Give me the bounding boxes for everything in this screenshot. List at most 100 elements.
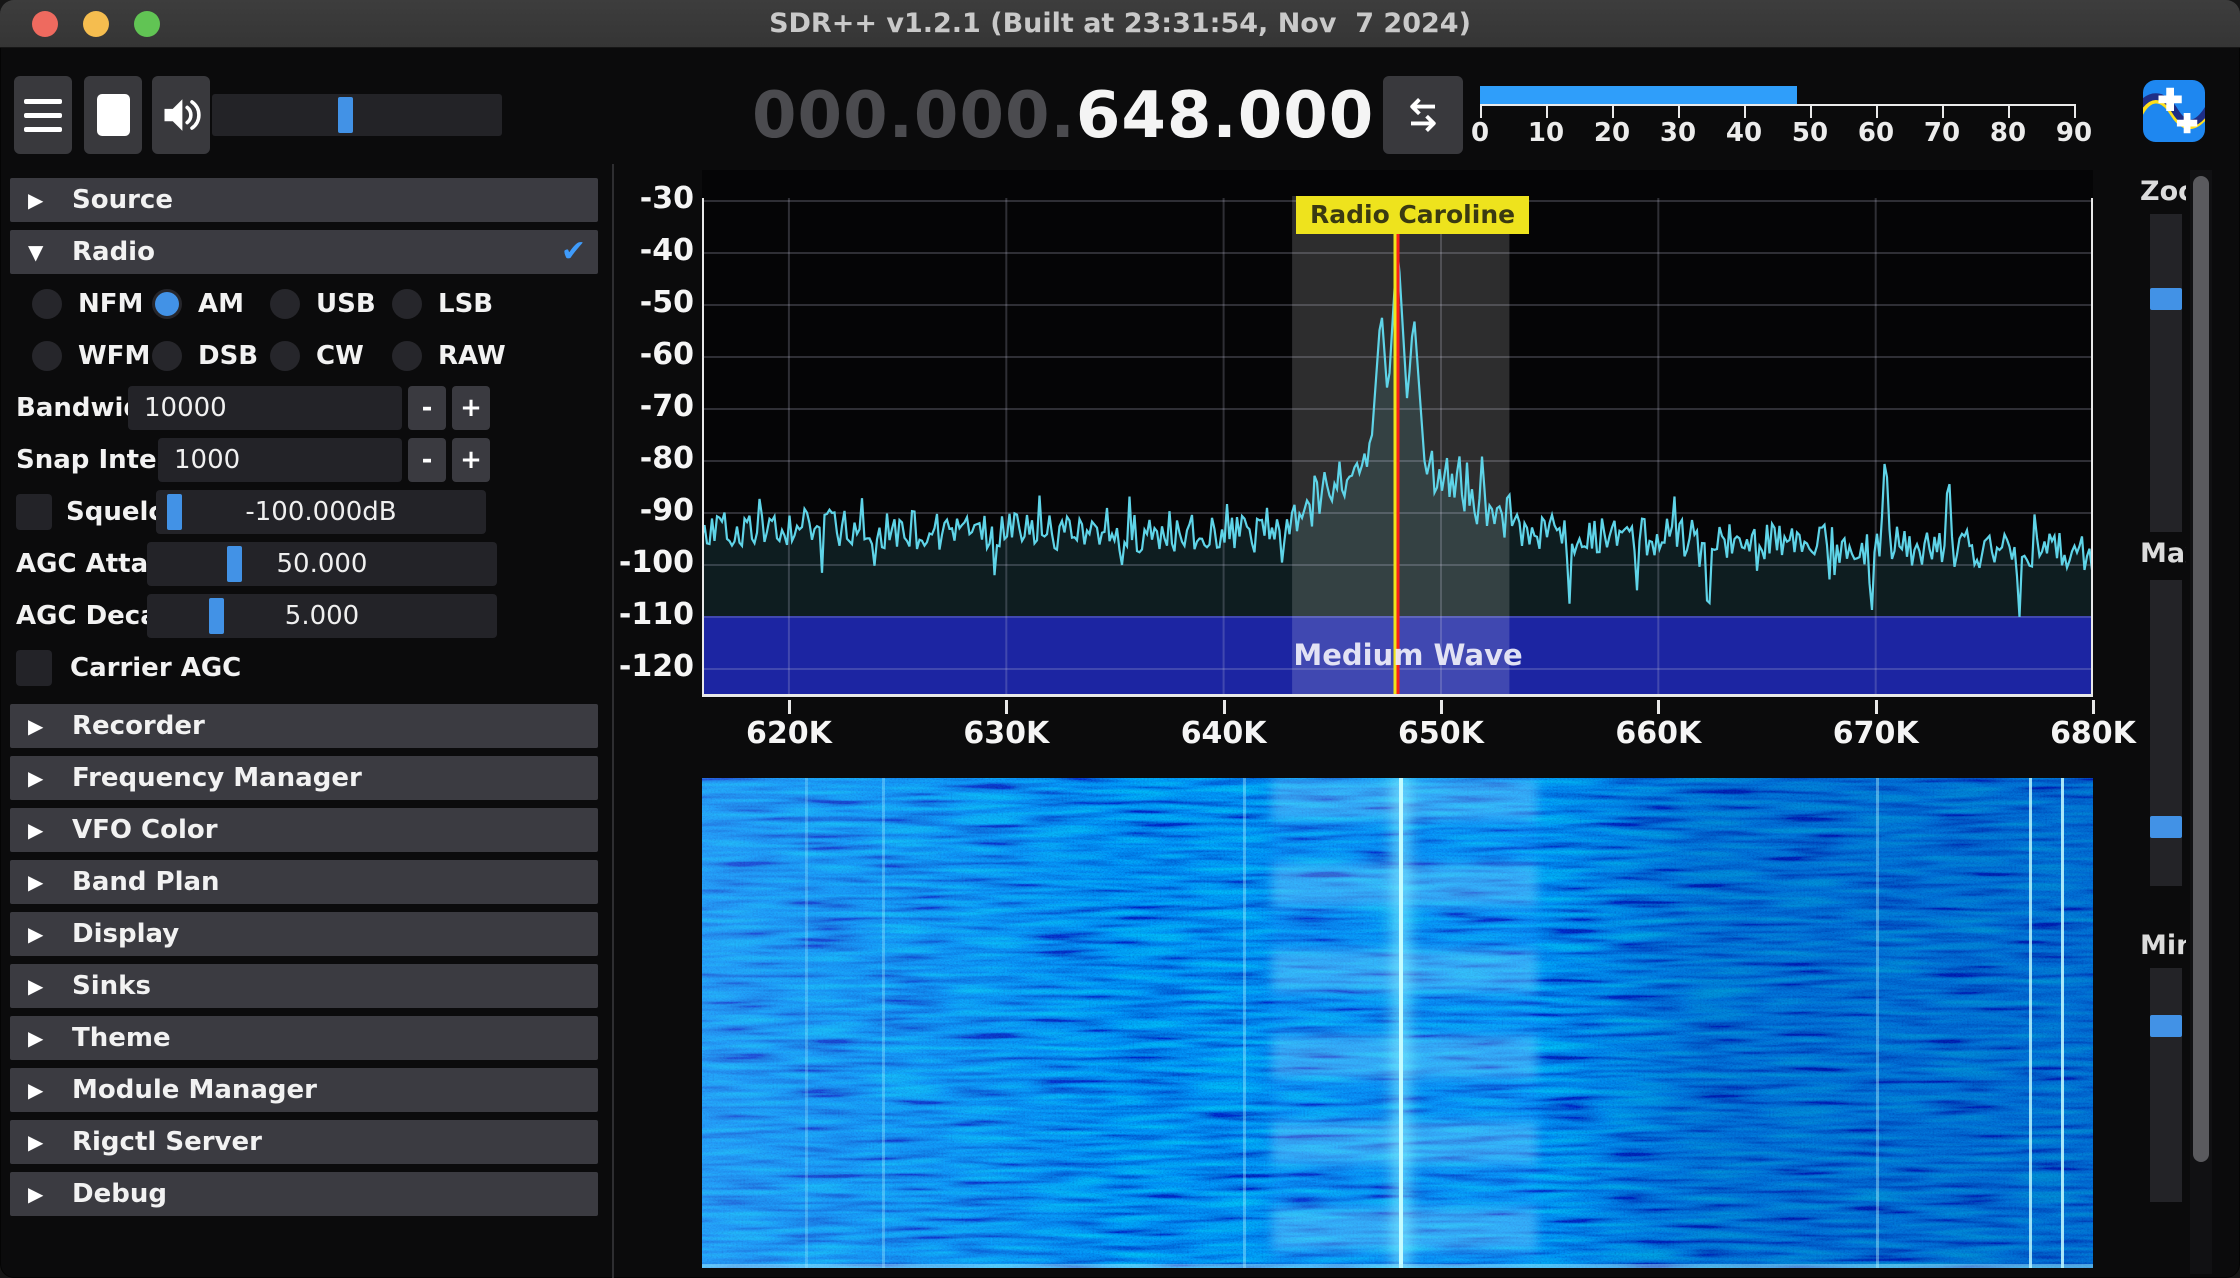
sidebar-item-sinks[interactable]: ▶Sinks — [10, 964, 598, 1008]
sidebar-item-module-manager[interactable]: ▶Module Manager — [10, 1068, 598, 1112]
sidebar-item-frequency-manager[interactable]: ▶Frequency Manager — [10, 756, 598, 800]
sidebar-item-source[interactable]: ▶ Source — [10, 178, 598, 222]
db-tick-label: -70 — [560, 389, 694, 424]
carrier-agc-checkbox[interactable] — [16, 650, 52, 686]
chevron-right-icon: ▶ — [28, 1068, 43, 1112]
db-tick-label: -90 — [560, 493, 694, 528]
max-slider-handle[interactable] — [2150, 816, 2182, 838]
snr-tick-label: 40 — [1722, 118, 1766, 148]
sidebar-item-recorder[interactable]: ▶Recorder — [10, 704, 598, 748]
sidebar-item-radio[interactable]: ▼ Radio ✔ — [10, 230, 598, 274]
snap-plus-button[interactable]: + — [452, 438, 490, 482]
radio-button-icon[interactable] — [152, 341, 182, 371]
chevron-right-icon: ▶ — [28, 964, 43, 1008]
snap-minus-button[interactable]: - — [408, 438, 446, 482]
scrollbar-thumb[interactable] — [2193, 176, 2209, 1162]
min-slider-handle[interactable] — [2150, 1015, 2182, 1037]
frequency-tick-label: 670K — [1811, 716, 1941, 751]
bookmark-label[interactable]: Radio Caroline — [1296, 196, 1529, 234]
chevron-right-icon: ▶ — [28, 704, 43, 748]
rail-label-max: Max — [2140, 538, 2186, 570]
chevron-right-icon: ▶ — [28, 1120, 43, 1164]
speaker-icon — [159, 93, 203, 137]
volume-slider-handle[interactable] — [338, 97, 353, 133]
chevron-right-icon: ▶ — [28, 756, 43, 800]
sdrpp-logo-icon — [2143, 80, 2205, 142]
agc-attack-row: AGC Attack 50.000 — [10, 542, 598, 586]
chevron-right-icon: ▶ — [28, 808, 43, 852]
db-tick-label: -80 — [560, 441, 694, 476]
zoom-slider[interactable] — [2150, 214, 2182, 532]
waterfall-latest-row — [702, 1264, 2093, 1268]
min-slider[interactable] — [2150, 968, 2182, 1202]
snr-tick-label: 10 — [1524, 118, 1568, 148]
demod-mode-cw[interactable]: CW — [270, 334, 380, 378]
snr-tick-label: 20 — [1590, 118, 1634, 148]
agc-decay-row: AGC Decay 5.000 — [10, 594, 598, 638]
rail-label-min: Min — [2140, 930, 2186, 962]
panel-divider — [612, 164, 614, 1278]
waterfall-signal-line — [882, 778, 885, 1268]
snr-tick-label: 70 — [1920, 118, 1964, 148]
demod-mode-dsb[interactable]: DSB — [152, 334, 262, 378]
frequency-tick-label: 630K — [941, 716, 1071, 751]
max-slider[interactable] — [2150, 580, 2182, 886]
snr-tick-label: 90 — [2052, 118, 2096, 148]
bandwidth-input[interactable]: 10000 — [128, 386, 402, 430]
demod-mode-raw[interactable]: RAW — [392, 334, 502, 378]
db-tick-label: -50 — [560, 285, 694, 320]
waterfall-signal-line — [1243, 778, 1246, 1268]
radio-button-icon[interactable] — [392, 289, 422, 319]
radio-button-icon[interactable] — [32, 289, 62, 319]
snr-meter-fill — [1480, 86, 1797, 104]
snap-interval-input[interactable]: 1000 — [158, 438, 402, 482]
demod-mode-am[interactable]: AM — [152, 282, 262, 326]
snr-axis — [1480, 104, 2076, 106]
waterfall[interactable] — [702, 778, 2093, 1268]
carrier-agc-row: Carrier AGC — [10, 646, 598, 690]
agc-decay-slider[interactable]: 5.000 — [147, 594, 497, 638]
waterfall-signal-line — [805, 778, 808, 1268]
sidebar-item-display[interactable]: ▶Display — [10, 912, 598, 956]
waterfall-signal-line — [2061, 778, 2064, 1268]
frequency-display[interactable]: 000.000.648.000 — [752, 76, 1374, 156]
sidebar: ▶ Source ▼ Radio ✔ NFMAMUSB LSB WFMDSBCW RA… — [10, 170, 598, 1270]
swap-arrows-icon — [1399, 91, 1447, 139]
fft-plot[interactable] — [702, 170, 2093, 698]
bandwidth-plus-button[interactable]: + — [452, 386, 490, 430]
snr-tick-label: 30 — [1656, 118, 1700, 148]
scrollbar-track[interactable] — [2190, 170, 2212, 1274]
main-menu-button[interactable] — [14, 76, 72, 154]
demod-mode-lsb[interactable]: LSB — [392, 282, 502, 326]
squelch-slider[interactable]: -100.000dB — [156, 490, 486, 534]
volume-slider[interactable] — [212, 94, 502, 136]
bandwidth-minus-button[interactable]: - — [408, 386, 446, 430]
zoom-slider-handle[interactable] — [2150, 288, 2182, 310]
db-tick-label: -40 — [560, 233, 694, 268]
radio-button-icon[interactable] — [270, 341, 300, 371]
agc-attack-slider[interactable]: 50.000 — [147, 542, 497, 586]
stop-button[interactable] — [84, 76, 142, 154]
radio-button-icon[interactable] — [152, 289, 182, 319]
titlebar: SDR++ v1.2.1 (Built at 23:31:54, Nov 7 2… — [0, 0, 2240, 48]
sidebar-item-rigctl-server[interactable]: ▶Rigctl Server — [10, 1120, 598, 1164]
radio-button-icon[interactable] — [392, 341, 422, 371]
sidebar-item-debug[interactable]: ▶Debug — [10, 1172, 598, 1216]
demod-mode-wfm[interactable]: WFM — [32, 334, 142, 378]
squelch-checkbox[interactable] — [16, 494, 52, 530]
sidebar-item-vfo-color[interactable]: ▶VFO Color — [10, 808, 598, 852]
demod-mode-nfm[interactable]: NFM — [32, 282, 142, 326]
radio-button-icon[interactable] — [270, 289, 300, 319]
sidebar-item-theme[interactable]: ▶Theme — [10, 1016, 598, 1060]
demod-mode-usb[interactable]: USB — [270, 282, 380, 326]
sidebar-item-band-plan[interactable]: ▶Band Plan — [10, 860, 598, 904]
mute-button[interactable] — [152, 76, 210, 154]
radio-button-icon[interactable] — [32, 341, 62, 371]
stop-icon — [97, 94, 130, 136]
app-window: SDR++ v1.2.1 (Built at 23:31:54, Nov 7 2… — [0, 0, 2240, 1278]
center-tune-button[interactable] — [1383, 76, 1463, 154]
rail-label-zoom: Zoom — [2140, 176, 2186, 208]
waterfall-signal-line — [2029, 778, 2032, 1268]
chevron-down-icon: ▼ — [28, 230, 43, 274]
frequency-tick-label: 620K — [724, 716, 854, 751]
